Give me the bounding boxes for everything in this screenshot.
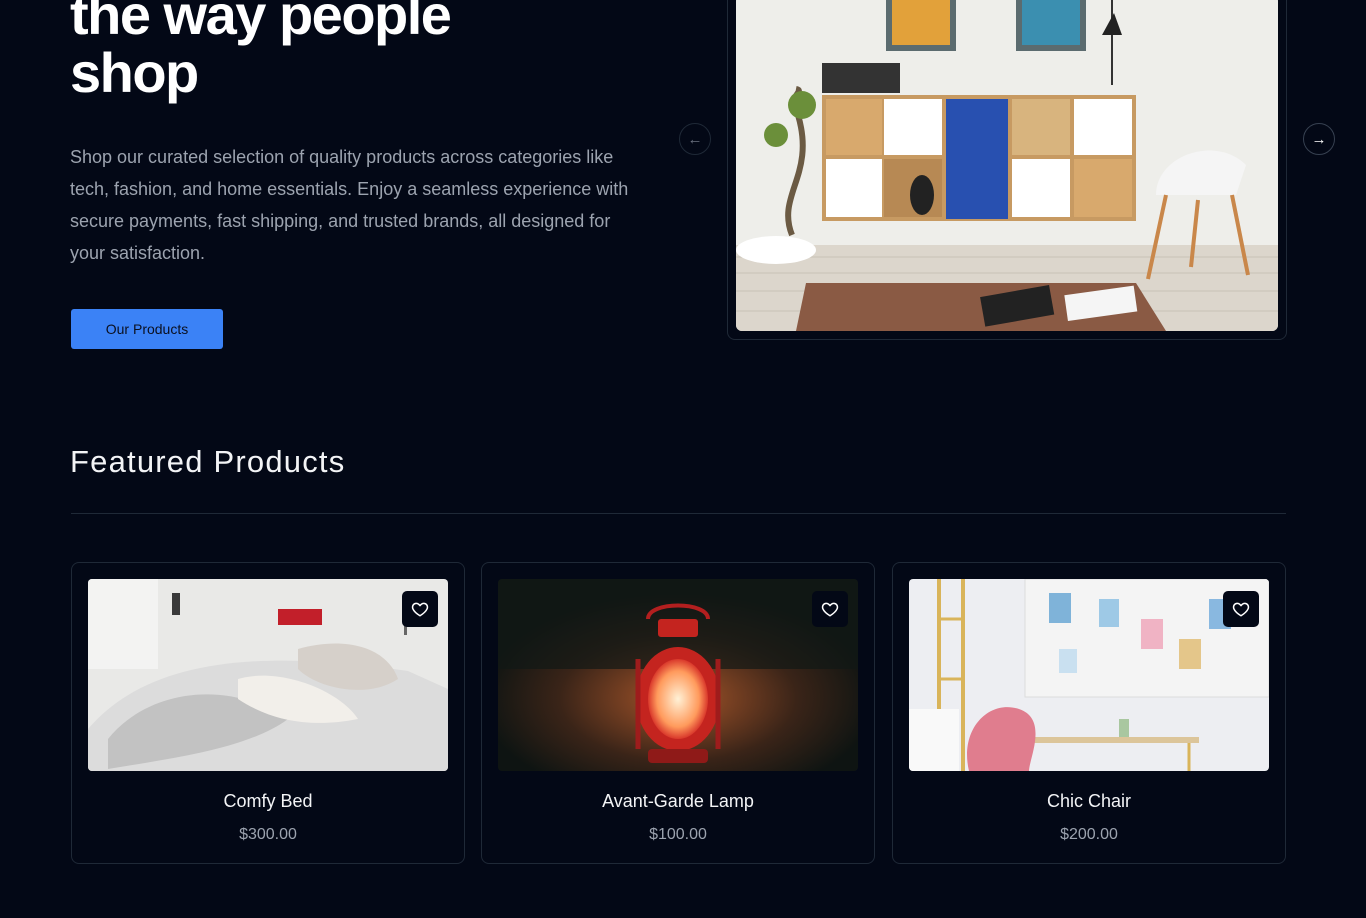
product-name[interactable]: Chic Chair	[893, 791, 1285, 812]
product-price: $200.00	[1060, 826, 1118, 843]
wishlist-button[interactable]	[812, 591, 848, 627]
arrow-left-icon: ←	[687, 130, 703, 148]
product-name[interactable]: Avant-Garde Lamp	[482, 791, 874, 812]
wishlist-button[interactable]	[1223, 591, 1259, 627]
product-price: $100.00	[649, 826, 707, 843]
product-card[interactable]: Comfy Bed $300.00	[71, 562, 465, 864]
heart-icon	[411, 602, 429, 617]
heart-icon	[821, 602, 839, 617]
product-price: $300.00	[239, 826, 297, 843]
hero-title-line-2: shop	[70, 41, 199, 104]
carousel-next-button[interactable]: →	[1303, 123, 1335, 155]
product-image[interactable]	[909, 579, 1269, 771]
hero-title: the way people shop	[70, 0, 630, 102]
heart-icon	[1232, 602, 1250, 617]
product-name[interactable]: Comfy Bed	[72, 791, 464, 812]
product-image[interactable]	[498, 579, 858, 771]
product-card[interactable]: Chic Chair $200.00	[892, 562, 1286, 864]
product-card[interactable]: Avant-Garde Lamp $100.00	[481, 562, 875, 864]
product-image[interactable]	[88, 579, 448, 771]
carousel-prev-button[interactable]: ←	[679, 123, 711, 155]
carousel-image	[736, 0, 1278, 331]
wishlist-button[interactable]	[402, 591, 438, 627]
page: the way people shop Shop our curated sel…	[0, 0, 1366, 918]
arrow-right-icon: →	[1311, 130, 1327, 148]
hero-title-line-1: the way people	[70, 0, 452, 46]
hero-description: Shop our curated selection of quality pr…	[70, 147, 629, 263]
featured-products-title: Featured Products	[70, 444, 346, 479]
section-divider	[71, 513, 1286, 514]
our-products-button[interactable]: Our Products	[71, 309, 223, 349]
